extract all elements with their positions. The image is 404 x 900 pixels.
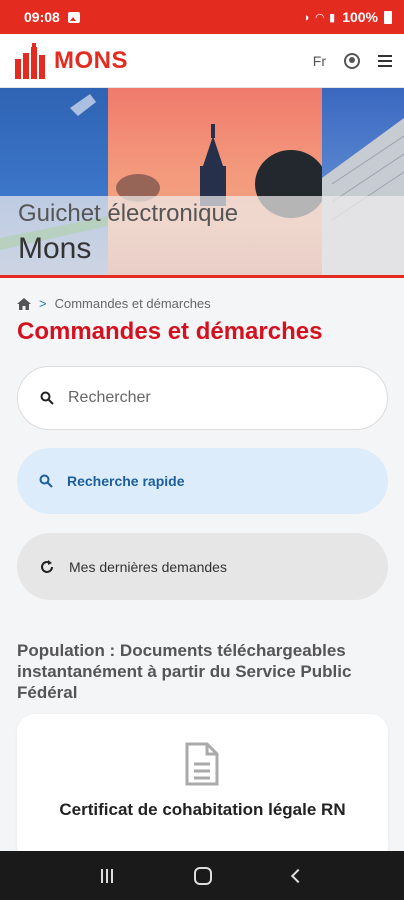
hero-title: Mons: [18, 232, 92, 265]
page-title: Commandes et démarches: [17, 318, 323, 345]
mons-logo-icon: [15, 42, 45, 79]
status-right: ◗ ◠ ▮ 100%: [304, 9, 392, 25]
header-actions: Fr: [313, 52, 392, 69]
search-icon: [40, 391, 54, 405]
status-time: 09:08: [24, 9, 60, 25]
quick-search-label: Recherche rapide: [67, 473, 185, 489]
recents-button[interactable]: [100, 868, 113, 883]
menu-icon[interactable]: [378, 54, 392, 67]
system-nav-bar: [0, 851, 404, 900]
hero-subtitle: Guichet électronique: [18, 200, 239, 227]
document-icon: [185, 742, 219, 786]
chevron-right-icon: >: [39, 296, 47, 311]
recent-requests-label: Mes dernières demandes: [69, 558, 227, 575]
back-button[interactable]: [291, 868, 306, 883]
home-button[interactable]: [193, 866, 212, 885]
battery-icon: [384, 10, 392, 24]
battery-percent: 100%: [342, 9, 378, 25]
language-selector[interactable]: Fr: [313, 53, 326, 69]
search-input[interactable]: [68, 389, 348, 407]
home-icon[interactable]: [17, 297, 31, 310]
breadcrumb-current: Commandes et démarches: [54, 296, 211, 311]
hero-banner: Guichet électronique Mons: [0, 88, 404, 278]
signal-icon: ◗ ◠ ▮: [303, 11, 337, 24]
logo[interactable]: MONS: [12, 41, 128, 81]
service-card-title: Certificat de cohabitation légale RN: [59, 800, 346, 819]
service-card[interactable]: Certificat de cohabitation légale RN: [17, 714, 388, 864]
breadcrumb: > Commandes et démarches: [17, 296, 211, 311]
recent-requests-button[interactable]: Mes dernières demandes: [17, 533, 388, 600]
photo-icon: [67, 11, 80, 23]
search-bar[interactable]: [17, 366, 388, 430]
logo-text: MONS: [54, 46, 128, 74]
app-header: MONS Fr: [0, 34, 404, 88]
refresh-icon: [41, 559, 53, 573]
section-title: Population : Documents téléchargeables i…: [17, 641, 352, 702]
status-bar: 09:08 ◗ ◠ ▮ 100%: [0, 0, 404, 34]
search-icon: [39, 474, 53, 488]
user-icon[interactable]: [344, 52, 360, 69]
quick-search-button[interactable]: Recherche rapide: [17, 448, 388, 514]
